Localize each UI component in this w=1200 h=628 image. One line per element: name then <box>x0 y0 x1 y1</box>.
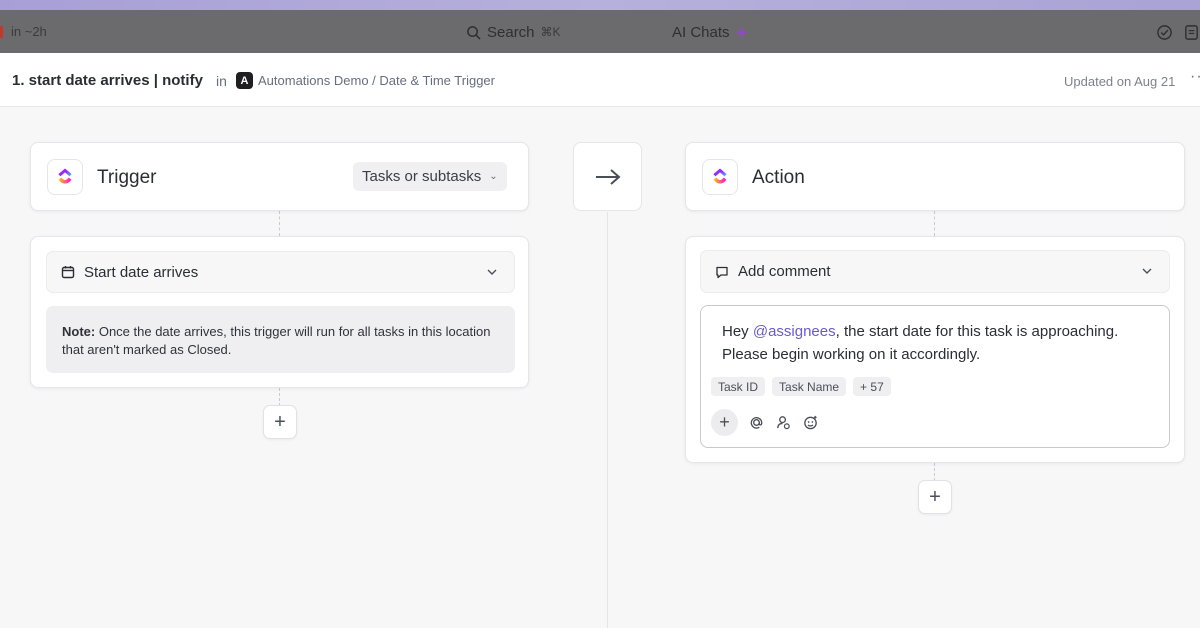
add-action-button[interactable]: + <box>918 480 952 514</box>
calendar-icon <box>61 266 75 279</box>
search-shortcut: ⌘K <box>540 25 561 39</box>
trigger-header-card: Trigger Tasks or subtasks ⌄ <box>30 142 529 211</box>
trigger-body-card: Start date arrives Note: Once the date a… <box>30 236 529 388</box>
window-top-strip <box>0 0 1200 10</box>
notepad-icon[interactable] <box>1183 24 1200 41</box>
more-options-icon[interactable]: ··· <box>1190 68 1200 86</box>
arrow-right-icon <box>595 168 621 185</box>
note-bold-label: Note: <box>62 324 96 339</box>
search-label: Search <box>487 23 535 41</box>
variable-chips: Task ID Task Name + 57 <box>711 377 891 396</box>
top-toolbar: in ~2h Search ⌘K AI Chats <box>0 10 1200 53</box>
ai-chats-label: AI Chats <box>672 23 730 41</box>
center-divider <box>607 212 608 628</box>
trigger-event-select[interactable]: Start date arrives <box>46 251 515 293</box>
recording-marker <box>0 26 3 38</box>
toolbar-icons <box>1156 24 1200 41</box>
workspace-avatar: A <box>236 72 253 89</box>
emoji-icon[interactable] <box>802 414 819 431</box>
chip-task-name[interactable]: Task Name <box>772 377 847 396</box>
clickup-logo-icon <box>47 159 83 195</box>
task-scope-label: Tasks or subtasks <box>362 168 482 185</box>
add-trigger-condition-button[interactable]: + <box>263 405 297 439</box>
action-connector-top <box>934 211 935 236</box>
insert-plus-button[interactable]: + <box>711 409 738 436</box>
chip-more-variables[interactable]: + 57 <box>853 377 891 396</box>
search-icon <box>467 25 481 40</box>
chevron-down-icon <box>1142 268 1152 274</box>
flow-arrow <box>573 142 642 211</box>
comment-icon <box>716 266 728 278</box>
action-title: Action <box>752 167 805 188</box>
automation-title[interactable]: 1. start date arrives | notify <box>12 72 203 89</box>
chevron-down-icon: ⌄ <box>489 171 498 182</box>
location-in-label: in <box>216 73 227 89</box>
breadcrumb[interactable]: Automations Demo / Date & Time Trigger <box>258 73 495 88</box>
action-header-card: Action <box>685 142 1185 211</box>
note-text: Once the date arrives, this trigger will… <box>62 324 491 357</box>
chevron-down-icon <box>487 269 497 275</box>
automation-header: 1. start date arrives | notify in A Auto… <box>0 53 1200 107</box>
comment-editor[interactable]: Hey @assignees, the start date for this … <box>700 305 1170 448</box>
trigger-connector-top <box>279 211 280 236</box>
check-circle-icon[interactable] <box>1156 24 1173 41</box>
trigger-event-label: Start date arrives <box>84 263 199 281</box>
action-type-label: Add comment <box>738 263 831 280</box>
trigger-note: Note: Once the date arrives, this trigge… <box>46 306 515 373</box>
global-search-button[interactable]: Search ⌘K <box>458 18 654 46</box>
comment-message[interactable]: Hey @assignees, the start date for this … <box>722 320 1152 366</box>
ai-sparkle-icon <box>734 25 748 39</box>
ai-chats-button[interactable]: AI Chats <box>664 18 757 46</box>
action-type-select[interactable]: Add comment <box>700 250 1170 293</box>
task-scope-dropdown[interactable]: Tasks or subtasks ⌄ <box>353 162 507 191</box>
at-mention-icon[interactable] <box>748 414 765 431</box>
assign-user-icon[interactable] <box>775 414 792 431</box>
message-prefix: Hey <box>722 323 753 340</box>
timer-text: in ~2h <box>11 24 47 39</box>
trigger-connector-bottom <box>279 388 280 406</box>
trigger-title: Trigger <box>97 167 157 188</box>
clickup-logo-icon <box>702 159 738 195</box>
updated-timestamp: Updated on Aug 21 <box>1064 74 1176 89</box>
chip-task-id[interactable]: Task ID <box>711 377 766 396</box>
editor-toolbar: + <box>711 409 819 436</box>
assignees-mention[interactable]: @assignees <box>753 323 836 340</box>
action-connector-bottom <box>934 463 935 481</box>
